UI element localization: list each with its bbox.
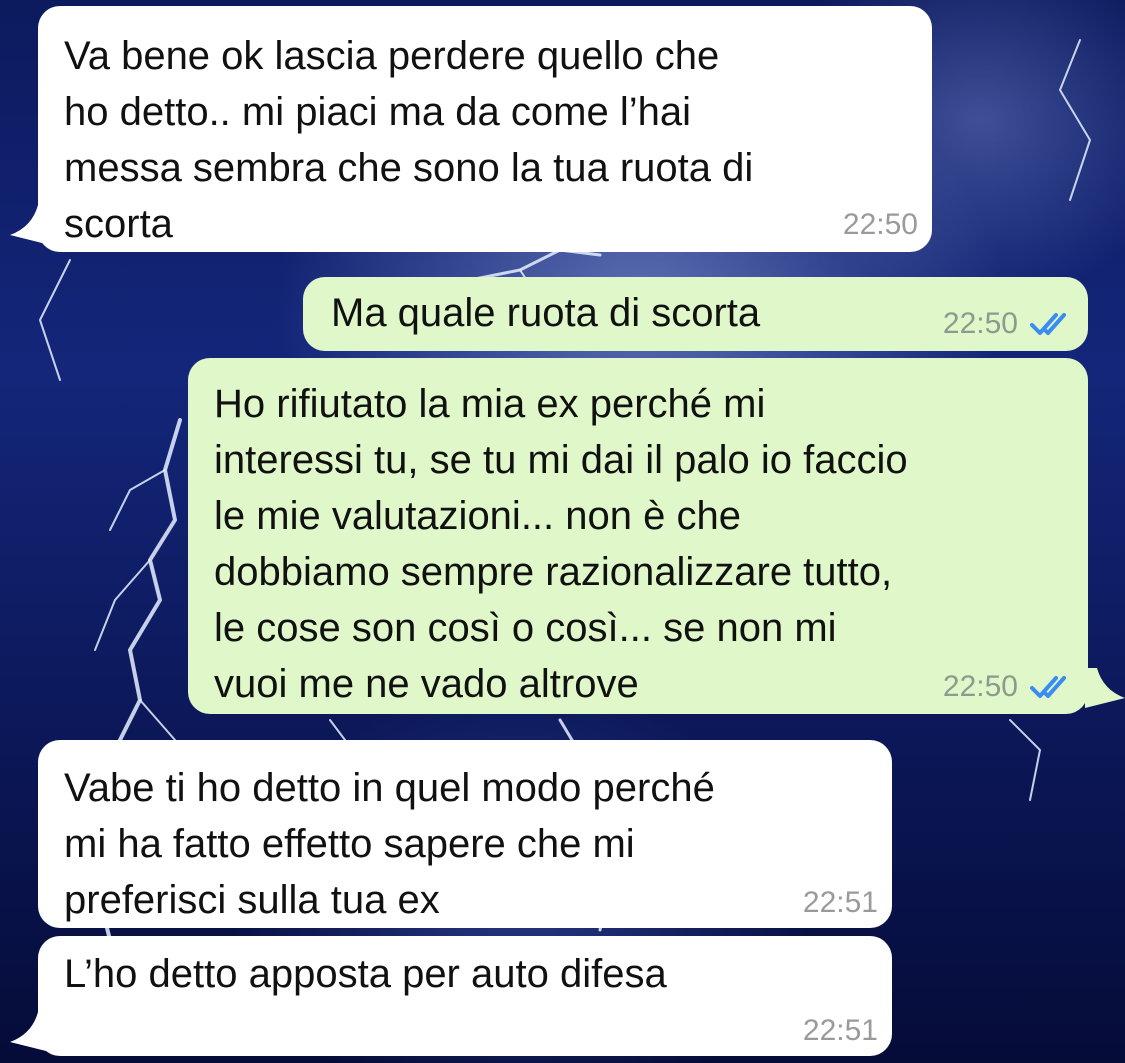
message-outgoing[interactable]: Ma quale ruota di scorta 22:50 — [303, 277, 1088, 351]
message-time: 22:51 — [802, 1014, 878, 1047]
message-meta: 22:50 — [943, 670, 1076, 704]
message-meta: 22:50 — [943, 307, 1076, 341]
message-meta: 22:50 — [843, 208, 918, 242]
double-check-icon — [1030, 676, 1066, 698]
message-text: Va bene ok lascia perdere quello che ho … — [64, 34, 754, 246]
message-time: 22:50 — [942, 670, 1018, 703]
message-time: 22:51 — [802, 886, 878, 919]
message-outgoing[interactable]: Ho rifiutato la mia ex perché mi interes… — [188, 358, 1088, 714]
message-incoming[interactable]: Va bene ok lascia perdere quello che ho … — [38, 6, 932, 252]
bubble-tail — [1085, 668, 1125, 708]
message-time: 22:50 — [842, 208, 918, 241]
message-incoming[interactable]: Vabe ti ho detto in quel modo perché mi … — [38, 740, 892, 928]
message-meta: 22:51 — [803, 886, 878, 920]
message-incoming[interactable]: L’ho detto apposta per auto difesa 22:51 — [38, 936, 892, 1056]
message-time: 22:50 — [942, 307, 1018, 340]
message-text: L’ho detto apposta per auto difesa — [64, 952, 667, 996]
message-text: Vabe ti ho detto in quel modo perché mi … — [64, 766, 715, 922]
double-check-icon — [1030, 313, 1066, 335]
message-text: Ho rifiutato la mia ex perché mi interes… — [214, 382, 908, 706]
message-meta: 22:51 — [803, 1014, 878, 1048]
